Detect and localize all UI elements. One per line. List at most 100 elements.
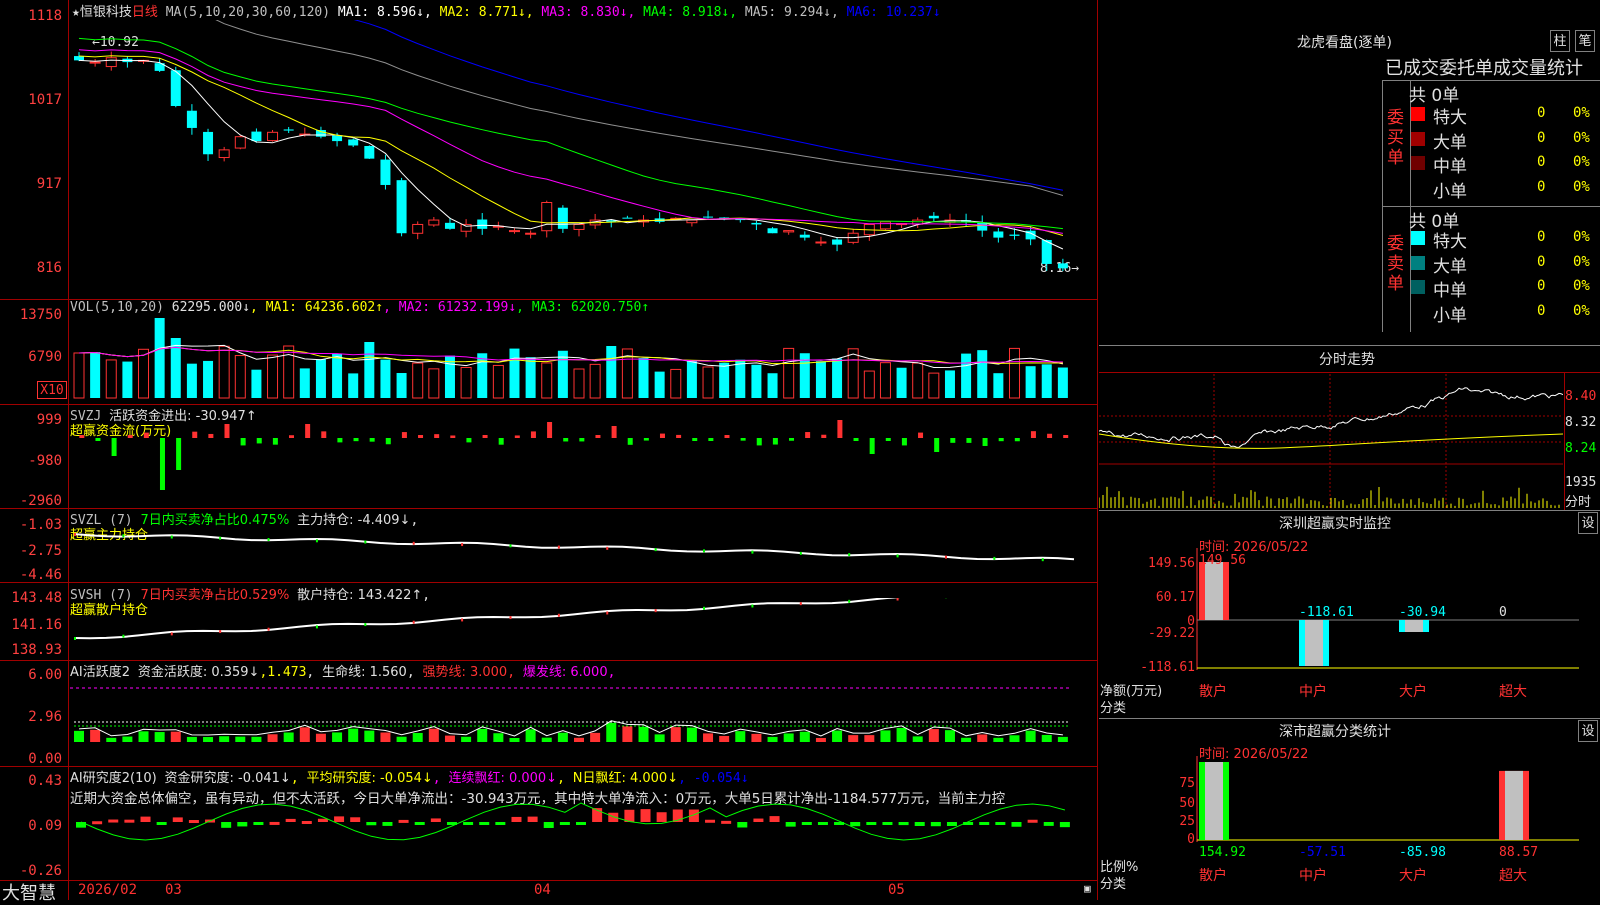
fund-flow-bar xyxy=(579,438,584,441)
order-count: 0 xyxy=(1537,278,1545,294)
volume-bar xyxy=(364,342,374,398)
research-bar xyxy=(124,820,134,823)
fund-flow-bar xyxy=(676,435,681,438)
activity-bar xyxy=(106,738,116,742)
retail-position-chart[interactable] xyxy=(70,598,1095,658)
volume-bar xyxy=(768,373,778,398)
research-bar xyxy=(576,822,586,825)
category-label: 超大 xyxy=(1499,868,1527,884)
research-bar xyxy=(76,822,86,828)
activity-bar xyxy=(816,738,826,742)
position-tick xyxy=(1042,558,1044,561)
category-label: 大户 xyxy=(1399,683,1427,700)
candle xyxy=(90,62,100,63)
sz-monitor-settings-button[interactable]: 设 xyxy=(1578,512,1598,534)
volume-bar xyxy=(574,369,584,398)
ai-research-chart[interactable] xyxy=(70,800,1095,878)
volume-bar xyxy=(606,346,616,398)
position-tick xyxy=(800,552,802,555)
research-bar xyxy=(495,822,505,825)
activity-bar xyxy=(606,723,616,742)
order-percent: 0% xyxy=(1573,303,1590,319)
activity-bar xyxy=(864,735,874,742)
candle xyxy=(380,160,390,185)
candle xyxy=(429,220,439,225)
position-tick xyxy=(219,537,221,540)
research-bar xyxy=(479,822,489,825)
activity-bar xyxy=(413,733,423,742)
fund-flow-bar xyxy=(79,435,84,438)
y-tick: 25 xyxy=(1179,814,1195,829)
fund-flow-bar xyxy=(144,433,149,438)
order-color-swatch xyxy=(1411,280,1425,294)
star-icon[interactable]: ★ xyxy=(72,5,80,20)
fund-flow-chart[interactable] xyxy=(70,418,1095,506)
activity-bar xyxy=(1026,731,1036,742)
y-tick: 6.00 xyxy=(0,667,62,683)
position-tick xyxy=(655,548,657,551)
fund-flow-bar xyxy=(773,438,778,445)
research-bar xyxy=(737,822,747,827)
activity-bar xyxy=(461,737,471,742)
sz-classify-settings-button[interactable]: 设 xyxy=(1578,720,1598,742)
period-label[interactable]: 日线 xyxy=(132,5,158,20)
position-tick xyxy=(413,621,415,624)
activity-bar xyxy=(445,736,455,742)
y-tick: 999 xyxy=(0,412,62,428)
brand-logo[interactable]: 大智慧 xyxy=(2,879,56,905)
fund-flow-bar xyxy=(966,438,971,443)
ai-research-value: 资金研究度: -0.041↓ xyxy=(165,771,291,786)
fund-flow-bar xyxy=(305,424,310,438)
fund-flow-bar xyxy=(176,438,181,470)
volume-bar xyxy=(897,368,907,398)
volume-bar xyxy=(913,363,923,398)
volume-chart[interactable] xyxy=(70,318,1095,402)
sz-classify-chart[interactable]: 7550250154.92散户-57.51中户-85.98大户88.57超大 xyxy=(1099,756,1600,900)
sz-monitor-chart[interactable]: 149.5660.170-29.22-118.61149.56散户-118.61… xyxy=(1099,548,1600,718)
research-bar xyxy=(931,822,941,826)
chart-area[interactable]: ★恒银科技日线 MA(5,10,20,30,60,120) MA1: 8.596… xyxy=(0,0,1098,900)
volume-bar xyxy=(251,370,261,398)
price-tick: 8.40 xyxy=(1565,389,1596,404)
volume-ma3: MA3: 62020.750↑ xyxy=(532,300,649,315)
divider xyxy=(1099,372,1600,373)
order-size-label: 特大 xyxy=(1433,227,1467,252)
candle xyxy=(574,224,584,229)
intraday-chart[interactable] xyxy=(1099,374,1563,508)
research-bar xyxy=(318,819,328,822)
volume-bar xyxy=(155,318,165,398)
position-tick xyxy=(558,546,560,549)
candlestick-chart[interactable] xyxy=(70,20,1095,298)
candle xyxy=(187,111,197,128)
order-size-label: 大单 xyxy=(1433,128,1467,153)
activity-bar xyxy=(977,734,987,742)
ai-activity-chart[interactable] xyxy=(70,674,1095,764)
fund-flow-bar xyxy=(321,431,326,438)
net-amount-bar-highlight xyxy=(1405,620,1423,632)
activity-bar xyxy=(542,738,552,742)
main-force-position-chart[interactable] xyxy=(70,530,1095,582)
research-bar xyxy=(770,816,780,822)
lock-icon[interactable]: ▣ xyxy=(1084,882,1091,895)
volume-bar xyxy=(106,360,116,398)
volume-bar xyxy=(880,363,890,398)
category-label: 散户 xyxy=(1199,867,1227,884)
fund-flow-bar xyxy=(741,438,746,441)
y-axis-line xyxy=(68,0,69,900)
bar-view-button[interactable]: 柱 xyxy=(1550,30,1570,52)
activity-bar xyxy=(945,730,955,742)
candle xyxy=(558,208,568,229)
tick-view-button[interactable]: 笔 xyxy=(1575,30,1595,52)
fund-flow-bar xyxy=(628,438,633,445)
research-bar xyxy=(899,822,909,825)
activity-bar xyxy=(639,727,649,742)
y-tick: 50 xyxy=(1179,796,1195,811)
order-percent: 0% xyxy=(1573,254,1590,270)
position-tick xyxy=(316,539,318,542)
candle xyxy=(784,231,794,232)
position-tick xyxy=(751,551,753,554)
order-color-swatch xyxy=(1411,181,1425,195)
activity-bar xyxy=(332,732,342,742)
research-bar xyxy=(92,821,102,824)
candle xyxy=(106,58,116,67)
